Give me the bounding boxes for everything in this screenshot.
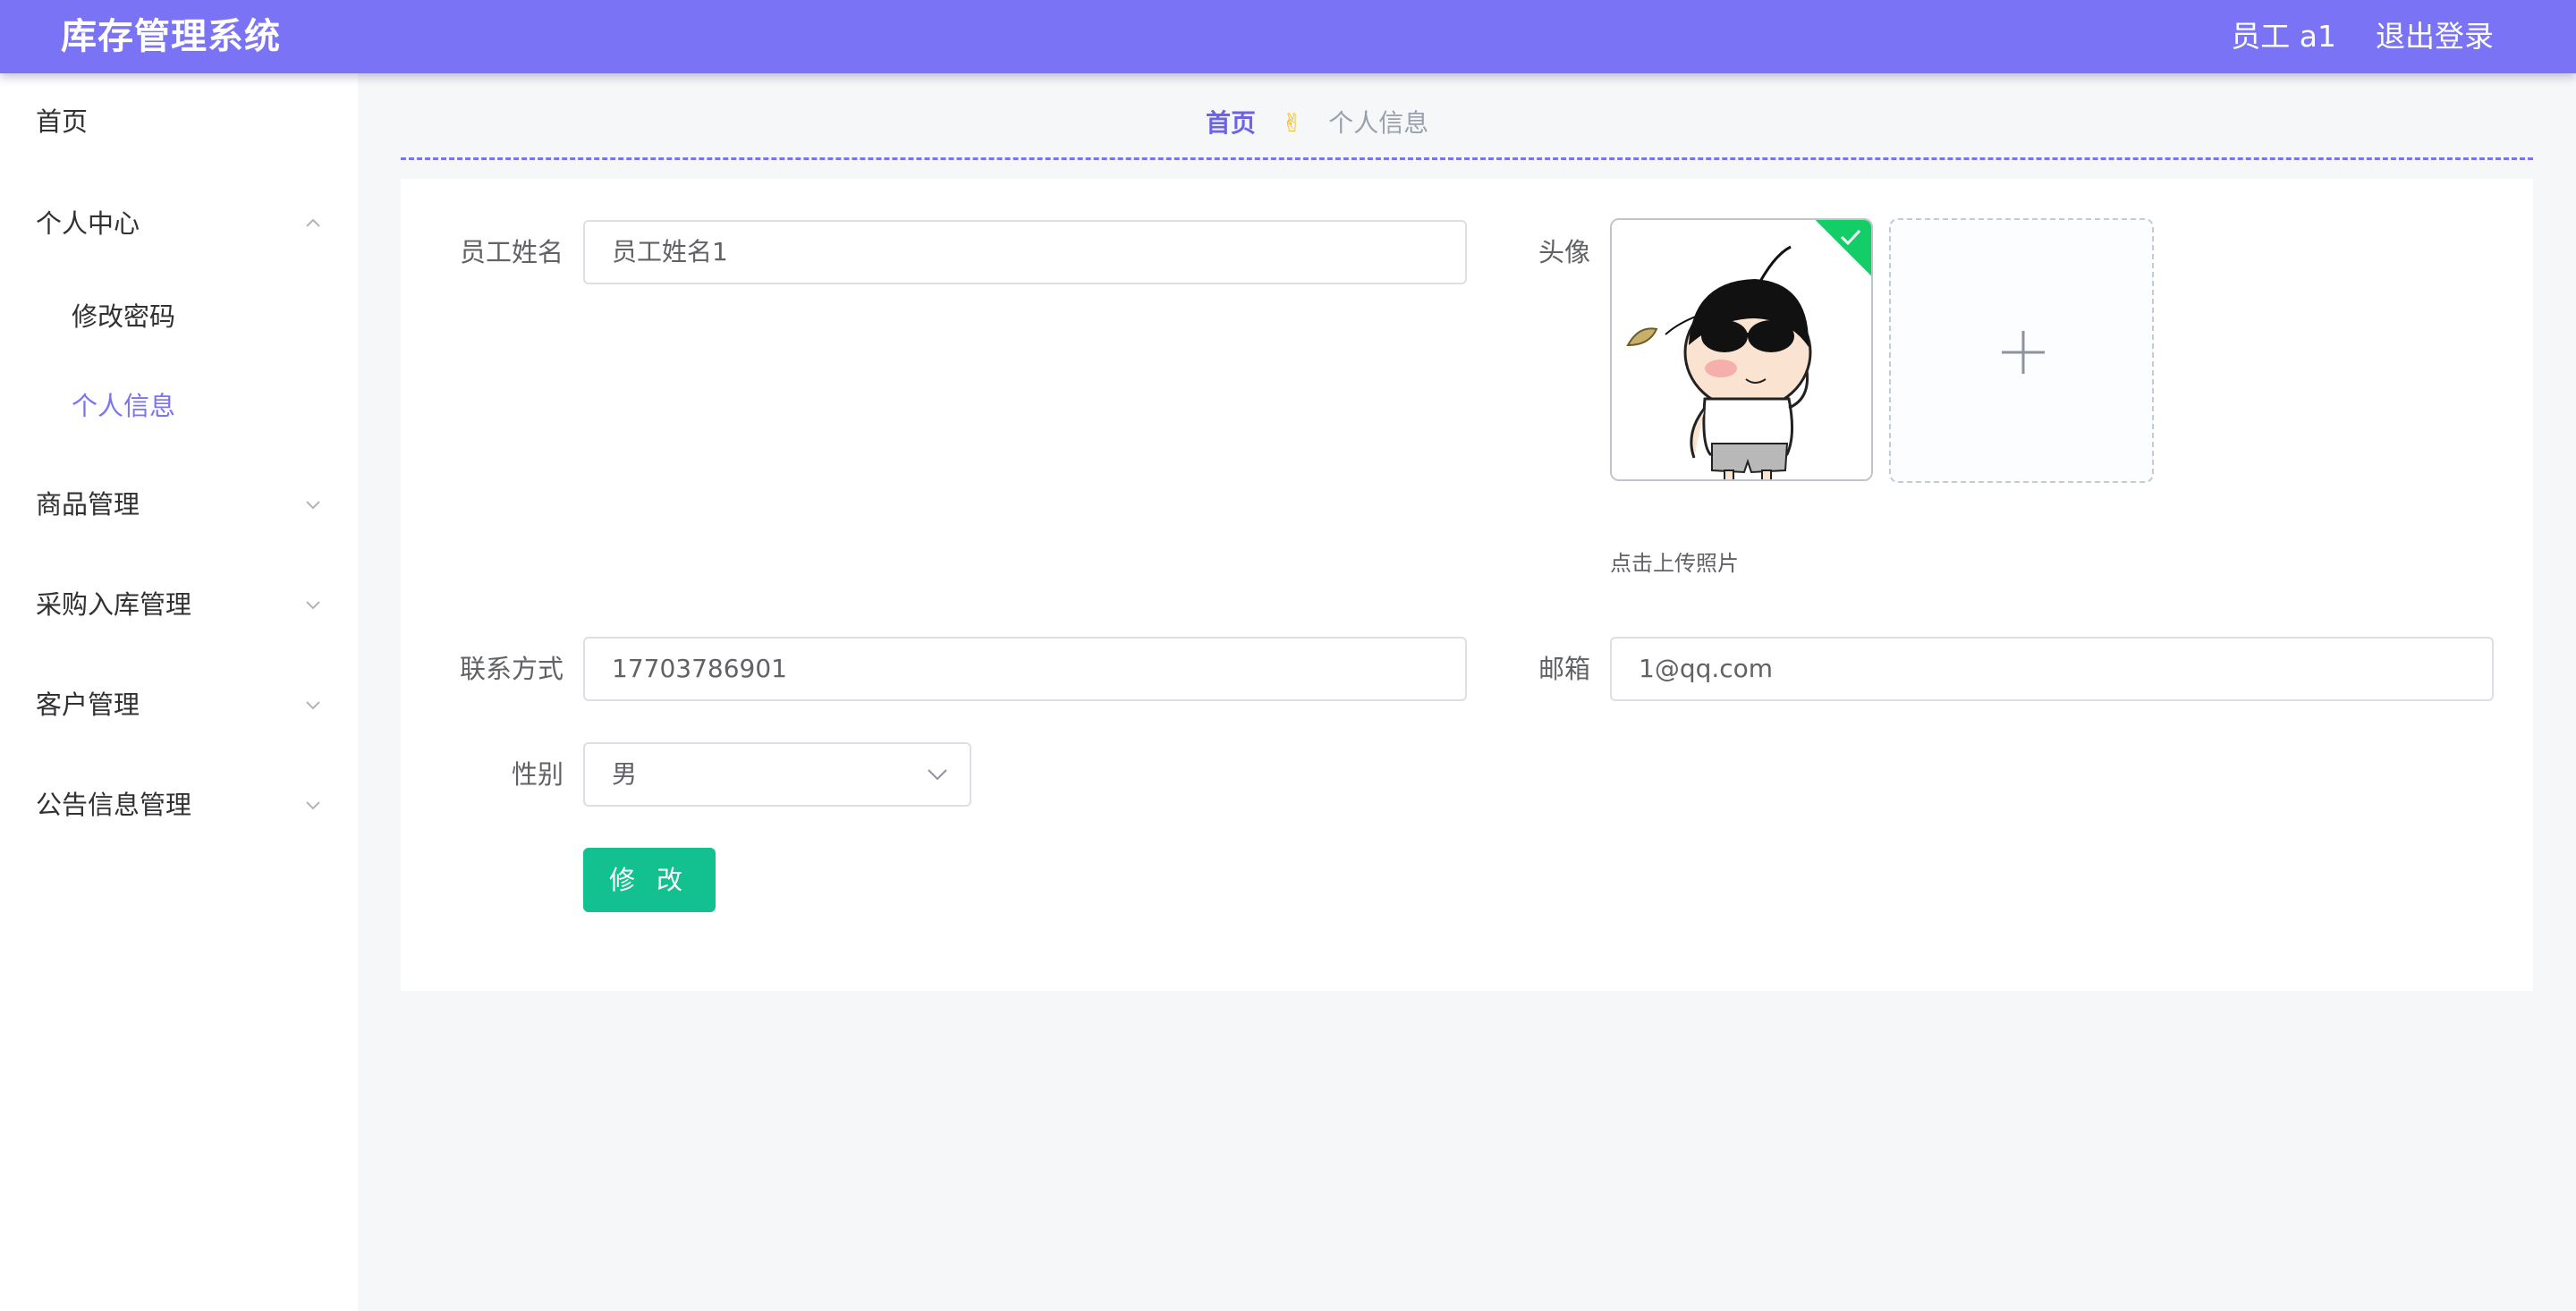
breadcrumb-current: 个人信息 [1328, 108, 1429, 138]
chevron-down-icon [306, 601, 320, 610]
sidebar-item-goods[interactable]: 商品管理 [36, 486, 322, 522]
chevron-down-icon [306, 801, 320, 810]
breadcrumb-home[interactable]: 首页 [1206, 108, 1256, 138]
sidebar-item-customers[interactable]: 客户管理 [36, 687, 322, 723]
gender-select-value: 男 [612, 759, 638, 789]
check-icon [1840, 229, 1861, 246]
name-label: 员工姓名 [459, 237, 564, 267]
email-input[interactable]: 1@qq.com [1610, 637, 2494, 701]
sidebar-item-label: 客户管理 [36, 689, 140, 720]
sidebar-item-personal-info[interactable]: 个人信息 [72, 388, 175, 424]
sidebar-item-label: 采购入库管理 [36, 589, 192, 620]
profile-form-card [401, 179, 2533, 991]
sidebar-item-home[interactable]: 首页 [36, 104, 322, 140]
breadcrumb-divider [401, 157, 2533, 160]
email-label: 邮箱 [1538, 654, 1590, 684]
avatar-label: 头像 [1538, 237, 1590, 267]
submit-button[interactable]: 修 改 [583, 848, 716, 912]
phone-label: 联系方式 [459, 654, 564, 684]
user-label: 员工 a1 [2231, 19, 2336, 54]
upload-tip: 点击上传照片 [1610, 551, 1739, 576]
sidebar-item-change-password[interactable]: 修改密码 [72, 299, 175, 334]
plus-icon [2002, 331, 2045, 374]
sidebar-item-personal-center[interactable]: 个人中心 [36, 206, 322, 241]
upload-button[interactable] [1889, 218, 2154, 483]
chevron-down-icon [306, 501, 320, 510]
logout-link[interactable]: 退出登录 [2376, 16, 2494, 57]
sidebar-item-label: 个人中心 [36, 208, 140, 239]
sidebar-item-announcements[interactable]: 公告信息管理 [36, 787, 322, 823]
avatar-image[interactable] [1610, 218, 1873, 481]
victory-hand-icon: ✌ [1281, 108, 1303, 138]
chevron-down-icon [306, 701, 320, 710]
breadcrumb: 首页 ✌ 个人信息 [1206, 106, 1428, 141]
chevron-down-icon [928, 769, 947, 781]
sidebar-item-label: 商品管理 [36, 489, 140, 520]
sidebar: 首页 个人中心 修改密码 个人信息 商品管理 采购入库管理 客户管理 公告信息管… [0, 73, 358, 1311]
sidebar-item-label: 首页 [36, 106, 89, 137]
chevron-up-icon [306, 218, 320, 227]
phone-input[interactable]: 17703786901 [583, 637, 1467, 701]
gender-label: 性别 [511, 759, 564, 790]
name-input[interactable]: 员工姓名1 [583, 220, 1467, 284]
sidebar-item-purchase[interactable]: 采购入库管理 [36, 587, 322, 622]
cartoon-boy-avatar [1612, 220, 1871, 479]
app-title: 库存管理系统 [61, 16, 281, 57]
sidebar-item-label: 公告信息管理 [36, 790, 192, 820]
gender-select[interactable]: 男 [583, 742, 971, 807]
top-header: 库存管理系统 员工 a1 退出登录 [0, 0, 2576, 73]
